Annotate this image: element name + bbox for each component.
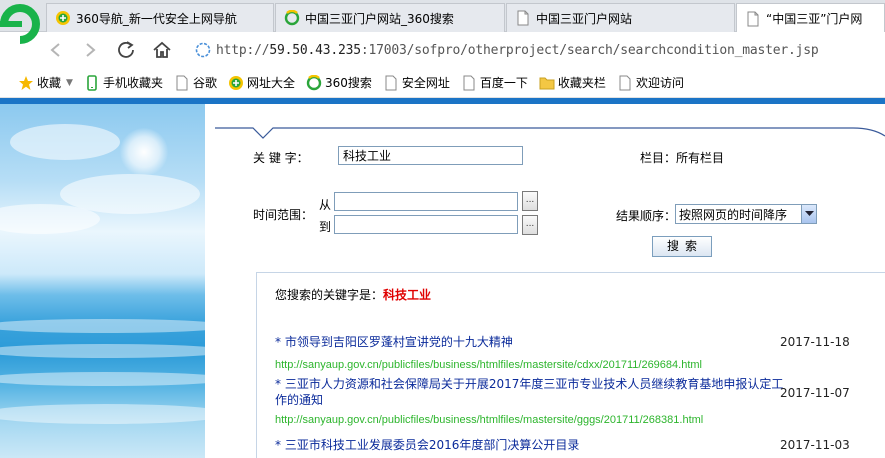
refresh-button[interactable] xyxy=(114,38,138,62)
bookmark-label: 收藏 xyxy=(37,76,62,90)
360-nav-icon xyxy=(228,75,244,91)
360-search-icon xyxy=(284,10,300,26)
wave xyxy=(0,344,205,358)
folder-icon xyxy=(539,75,555,91)
keyword-label: 关 键 字： xyxy=(253,151,309,165)
page-icon xyxy=(383,75,399,91)
url-path: :17003/sofpro/otherproject/search/search… xyxy=(360,42,819,58)
wave xyxy=(0,372,205,386)
search-button[interactable]: 搜索 xyxy=(652,236,712,257)
browser-logo-icon xyxy=(0,2,40,48)
wave xyxy=(0,404,205,424)
result-date: 2017-11-18 xyxy=(780,335,850,349)
tab-label: 360导航_新一代安全上网导航 xyxy=(76,11,237,26)
tab-label: 中国三亚门户网站 xyxy=(536,11,633,26)
wave xyxy=(0,319,205,333)
tab-sanya-portal-active[interactable]: “中国三亚”门户网 xyxy=(736,3,885,33)
to-label: 到 xyxy=(319,220,332,234)
result-date: 2017-11-03 xyxy=(780,438,850,452)
bookmark-label: 360搜索 xyxy=(324,76,372,90)
bookmark-label: 百度一下 xyxy=(479,76,528,90)
security-icon xyxy=(194,41,212,59)
phone-icon xyxy=(84,74,100,91)
keyword-prefix: 您搜索的关键字是： xyxy=(275,288,384,302)
result-url[interactable]: http://sanyaup.gov.cn/publicfiles/busine… xyxy=(275,414,703,426)
url-text: http://59.50.43.235:17003/sofpro/otherpr… xyxy=(216,43,819,58)
searched-keyword-line: 您搜索的关键字是：科技工业 xyxy=(275,286,431,303)
result-title-link[interactable]: * 市领导到吉阳区罗蓬村宣讲党的十九大精神 xyxy=(275,334,785,350)
search-panel: 关 键 字： 栏目：所有栏目 时间范围： 从 ... 到 ... 结果顺序： 按… xyxy=(205,104,885,458)
bookmark-label: 谷歌 xyxy=(192,76,217,90)
bookmarks-bar: 收藏 ▼ 手机收藏夹 谷歌 网址大全 360搜索 安全网址 百度一下 收藏夹栏 … xyxy=(0,68,885,98)
page-icon xyxy=(745,11,761,27)
tab-360-nav[interactable]: 360导航_新一代安全上网导航 xyxy=(46,3,274,32)
searched-keyword: 科技工业 xyxy=(383,288,432,302)
page-icon xyxy=(515,10,531,26)
result-url[interactable]: http://sanyaup.gov.cn/publicfiles/busine… xyxy=(275,359,702,371)
bookmark-label: 收藏夹栏 xyxy=(557,76,606,90)
360-search-icon xyxy=(306,74,322,91)
result-title-link[interactable]: * 三亚市科技工业发展委员会2016年度部门决算公开目录 xyxy=(275,437,785,453)
bookmark-label: 欢迎访问 xyxy=(635,76,684,90)
bookmark-baidu[interactable]: 百度一下 xyxy=(461,72,528,94)
tab-label: “中国三亚”门户网 xyxy=(766,12,863,26)
chevron-down-icon[interactable] xyxy=(801,205,816,223)
tab-sanya-portal[interactable]: 中国三亚门户网站 xyxy=(506,3,735,32)
time-range-label: 时间范围： xyxy=(253,208,314,222)
sun-glow xyxy=(120,128,168,176)
column-label: 栏目：所有栏目 xyxy=(640,151,725,165)
result-title-link[interactable]: * 三亚市人力资源和社会保障局关于开展2017年度三亚市专业技术人员继续教育基地… xyxy=(275,376,785,408)
bookmark-label: 安全网址 xyxy=(401,76,450,90)
tab-strip: 360导航_新一代安全上网导航 中国三亚门户网站_360搜索 中国三亚门户网站 … xyxy=(0,0,885,33)
keyword-input[interactable] xyxy=(338,146,523,165)
page-icon xyxy=(617,75,633,91)
bookmark-label: 手机收藏夹 xyxy=(102,76,163,90)
back-button[interactable] xyxy=(44,38,68,62)
order-select-value: 按照网页的时间降序 xyxy=(679,207,788,222)
address-bar[interactable]: http://59.50.43.235:17003/sofpro/otherpr… xyxy=(194,38,884,62)
date-from-input[interactable] xyxy=(334,192,518,211)
date-to-input[interactable] xyxy=(334,215,518,234)
bookmark-favorites-bar-folder[interactable]: 收藏夹栏 xyxy=(539,72,606,94)
page-icon xyxy=(174,75,190,91)
page-content: 关 键 字： 栏目：所有栏目 时间范围： 从 ... 到 ... 结果顺序： 按… xyxy=(0,104,885,458)
header-swoosh-line xyxy=(215,127,885,139)
bookmark-welcome[interactable]: 欢迎访问 xyxy=(617,72,684,94)
order-label: 结果顺序： xyxy=(616,209,677,223)
bookmark-safe-urls[interactable]: 安全网址 xyxy=(383,72,450,94)
beach-banner-image xyxy=(0,104,205,458)
navigation-bar: http://59.50.43.235:17003/sofpro/otherpr… xyxy=(0,32,885,68)
url-prefix: http:// xyxy=(216,42,270,58)
tab-label: 中国三亚门户网站_360搜索 xyxy=(305,11,454,26)
order-select[interactable]: 按照网页的时间降序 xyxy=(675,204,817,224)
bookmark-favorites[interactable]: 收藏 ▼ xyxy=(18,72,73,94)
bookmark-google[interactable]: 谷歌 xyxy=(174,72,217,94)
star-icon xyxy=(18,75,34,91)
home-button[interactable] xyxy=(150,38,174,62)
bookmark-url-directory[interactable]: 网址大全 xyxy=(228,72,295,94)
bookmark-360-search[interactable]: 360搜索 xyxy=(306,72,372,94)
from-label: 从 xyxy=(319,198,332,212)
forward-button[interactable] xyxy=(78,38,102,62)
chevron-down-icon[interactable]: ▼ xyxy=(66,78,73,88)
page-icon xyxy=(461,75,477,91)
result-date: 2017-11-07 xyxy=(780,386,850,400)
360-nav-icon xyxy=(55,10,71,26)
date-to-picker-button[interactable]: ... xyxy=(522,215,538,235)
cloud xyxy=(0,204,100,234)
bookmark-mobile-favorites[interactable]: 手机收藏夹 xyxy=(84,72,163,94)
date-from-picker-button[interactable]: ... xyxy=(522,191,538,211)
bookmark-label: 网址大全 xyxy=(246,76,295,90)
tab-360-search[interactable]: 中国三亚门户网站_360搜索 xyxy=(275,3,505,32)
url-host: 59.50.43.235 xyxy=(269,42,361,58)
cloud xyxy=(10,124,120,160)
